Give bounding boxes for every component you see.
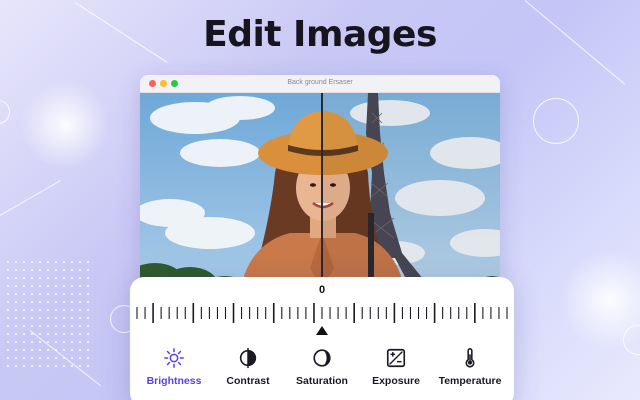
saturation-icon (313, 349, 331, 367)
adjustment-panel: 0 Brightness Contrast Saturation Exposure Te… (130, 277, 514, 400)
page-headline: Edit Images (203, 14, 437, 55)
background-line (0, 180, 61, 216)
exposure-icon (386, 348, 406, 368)
background-glow (560, 250, 640, 350)
tool-label: Exposure (372, 375, 420, 387)
window-title: Back ground Ersaser (287, 79, 353, 86)
tool-contrast-button[interactable]: Contrast (214, 347, 282, 397)
background-circle (0, 100, 10, 124)
tool-bar: Brightness Contrast Saturation Exposure Temp… (140, 347, 504, 397)
slider-pointer-icon[interactable] (316, 326, 328, 335)
photo-image (140, 93, 500, 290)
tool-saturation-button[interactable]: Saturation (288, 347, 356, 397)
tool-label: Brightness (146, 375, 202, 387)
tool-label: Saturation (296, 375, 348, 387)
background-glow (20, 80, 110, 170)
photo-canvas[interactable] (140, 93, 500, 290)
tool-brightness-button[interactable]: Brightness (140, 347, 208, 397)
adjustment-ruler-slider[interactable] (130, 277, 514, 345)
sun-icon (164, 348, 184, 368)
tool-exposure-button[interactable]: Exposure (362, 347, 430, 397)
before-after-divider[interactable] (321, 93, 323, 290)
contrast-icon (239, 347, 257, 369)
app-window: Back ground Ersaser (140, 75, 500, 290)
background-circle (533, 98, 579, 144)
tool-label: Contrast (226, 375, 270, 387)
tool-temperature-button[interactable]: Temperature (436, 347, 504, 397)
tool-label: Temperature (438, 375, 502, 387)
thermometer-icon (465, 348, 475, 368)
background-dot-grid (4, 258, 94, 368)
window-titlebar: Back ground Ersaser (140, 75, 500, 93)
